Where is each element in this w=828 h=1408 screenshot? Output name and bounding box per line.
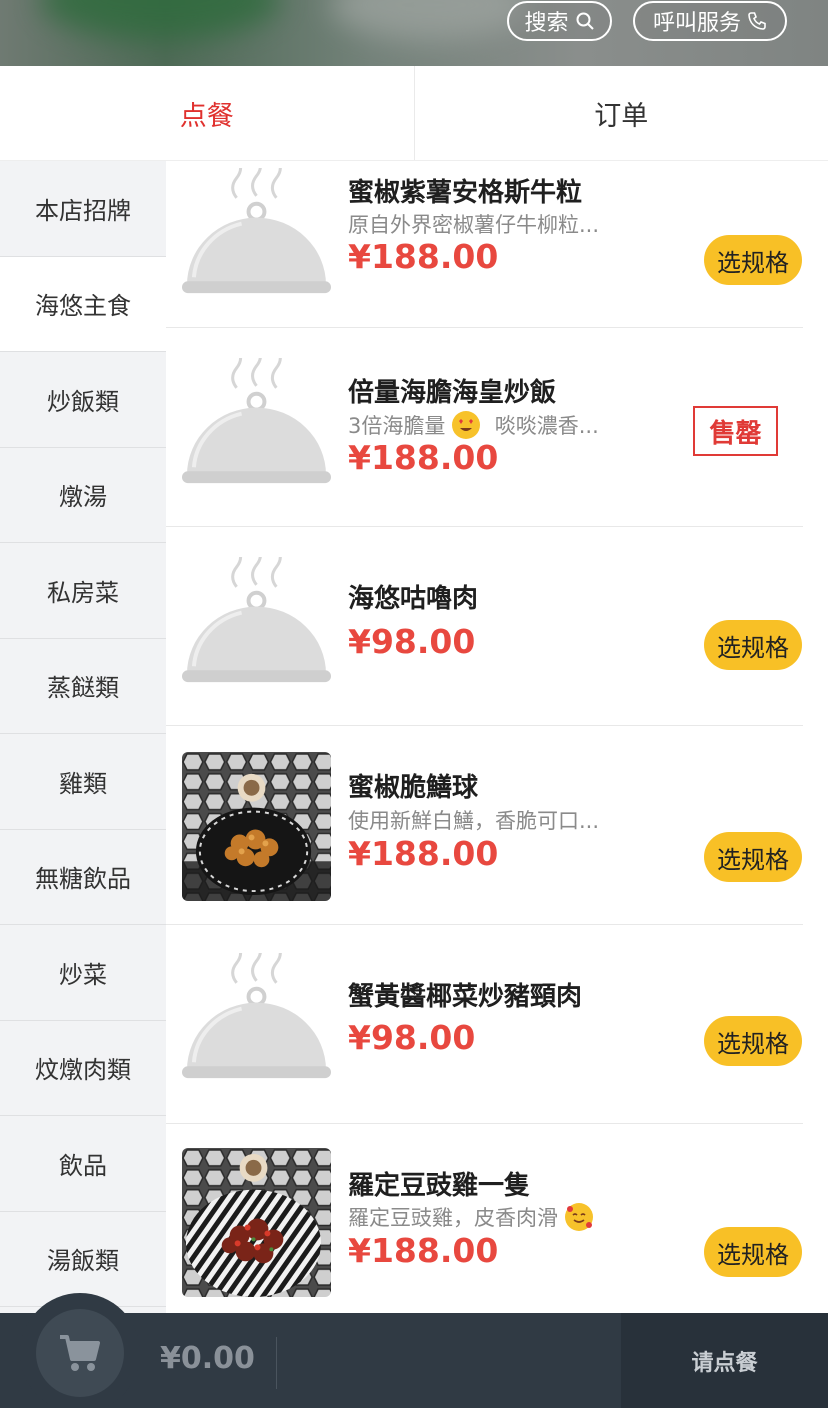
menu-item[interactable]: 蜜椒紫薯安格斯牛粒 原自外界密椒薯仔牛柳粒... ¥188.00 选规格 xyxy=(166,161,803,328)
menu-item[interactable]: 蜜椒脆鱔球 使用新鮮白鱔，香脆可口... ¥188.00 选规格 xyxy=(166,726,803,925)
cart-bar: ¥0.00 请点餐 xyxy=(0,1293,828,1408)
fried-eel-photo-icon xyxy=(182,752,331,901)
dish-description: 使用新鮮白鱔，香脆可口... xyxy=(348,809,600,833)
select-spec-button[interactable]: 选规格 xyxy=(704,1016,802,1066)
dish-price: ¥188.00 xyxy=(348,834,499,873)
dish-description: 原自外界密椒薯仔牛柳粒... xyxy=(348,213,600,237)
sidebar-item-signature[interactable]: 本店招牌 xyxy=(0,161,166,257)
dish-name: 倍量海膽海皇炒飯 xyxy=(348,378,557,408)
menu-item[interactable]: 海悠咕嚕肉 ¥98.00 选规格 xyxy=(166,527,803,726)
checkout-button[interactable]: 请点餐 xyxy=(621,1313,828,1408)
heart-eyes-emoji-icon xyxy=(452,411,481,439)
menu-item[interactable]: 羅定豆豉雞一隻 羅定豆豉雞，皮香肉滑 ¥188.00 选规格 xyxy=(166,1124,803,1313)
dish-name: 羅定豆豉雞一隻 xyxy=(348,1171,531,1201)
phone-icon xyxy=(748,12,766,30)
cloche-icon xyxy=(182,953,331,1079)
tab-orders[interactable]: 订单 xyxy=(413,66,828,160)
banner-background-2 xyxy=(330,0,530,40)
cloche-icon xyxy=(182,557,331,683)
search-button[interactable]: 搜索 xyxy=(507,1,612,41)
menu-list: 蜜椒紫薯安格斯牛粒 原自外界密椒薯仔牛柳粒... ¥188.00 选规格 倍量海… xyxy=(166,161,828,1313)
select-spec-button[interactable]: 选规格 xyxy=(704,620,802,670)
dish-description-text: 3倍海膽量 xyxy=(348,414,446,438)
sidebar-item-steamed[interactable]: 蒸餸類 xyxy=(0,639,166,734)
cart-icon-background xyxy=(36,1309,124,1397)
cart-icon xyxy=(60,1335,100,1371)
dish-placeholder-image xyxy=(182,953,331,1102)
category-sidebar: 本店招牌 海悠主食 炒飯類 燉湯 私房菜 蒸餸類 雞類 無糖飲品 炒菜 炆燉肉類… xyxy=(0,161,166,1313)
dish-price: ¥98.00 xyxy=(348,1018,476,1057)
tab-order-food[interactable]: 点餐 xyxy=(0,66,414,160)
menu-item[interactable]: 蟹黃醬椰菜炒豬頸肉 ¥98.00 选规格 xyxy=(166,925,803,1124)
search-icon xyxy=(576,12,594,30)
dish-name: 海悠咕嚕肉 xyxy=(348,584,479,614)
dish-photo xyxy=(182,1148,331,1297)
call-service-button[interactable]: 呼叫服务 xyxy=(633,1,787,41)
sidebar-item-sugar-free-drinks[interactable]: 無糖飲品 xyxy=(0,830,166,925)
smiling-hearts-emoji-icon xyxy=(564,1203,593,1231)
dish-name: 蜜椒脆鱔球 xyxy=(348,773,479,803)
dish-description-tail: 啖啖濃香... xyxy=(494,414,599,438)
select-spec-button[interactable]: 选规格 xyxy=(704,832,802,882)
divider xyxy=(276,1337,277,1389)
sidebar-item-staples[interactable]: 海悠主食 xyxy=(0,256,166,352)
dish-description: 羅定豆豉雞，皮香肉滑 xyxy=(348,1202,593,1232)
cloche-icon xyxy=(182,168,331,294)
menu-item[interactable]: 倍量海膽海皇炒飯 3倍海膽量 啖啖濃香... ¥188.00 售罄 xyxy=(166,328,803,527)
call-service-label: 呼叫服务 xyxy=(652,11,741,36)
dish-placeholder-image xyxy=(182,168,331,317)
sold-out-badge: 售罄 xyxy=(693,406,778,456)
sidebar-item-stewed-soup[interactable]: 燉湯 xyxy=(0,448,166,543)
sidebar-item-stir-fried-veg[interactable]: 炒菜 xyxy=(0,925,166,1021)
cart-total: ¥0.00 xyxy=(160,1341,255,1376)
sidebar-item-chicken[interactable]: 雞類 xyxy=(0,734,166,830)
select-spec-button[interactable]: 选规格 xyxy=(704,235,802,285)
dish-placeholder-image xyxy=(182,557,331,706)
chicken-dish-photo-icon xyxy=(182,1148,331,1297)
dish-description-text: 羅定豆豉雞，皮香肉滑 xyxy=(348,1206,558,1230)
cloche-icon xyxy=(182,358,331,484)
main-tabs: 点餐 订单 xyxy=(0,66,828,161)
dish-price: ¥188.00 xyxy=(348,1231,499,1270)
dish-price: ¥188.00 xyxy=(348,438,499,477)
header-banner: 搜索 呼叫服务 xyxy=(0,0,828,66)
sidebar-item-private-dishes[interactable]: 私房菜 xyxy=(0,543,166,639)
search-label: 搜索 xyxy=(524,11,569,36)
dish-price: ¥188.00 xyxy=(348,237,499,276)
sidebar-item-braised-meat[interactable]: 炆燉肉類 xyxy=(0,1021,166,1116)
dish-name: 蟹黃醬椰菜炒豬頸肉 xyxy=(348,982,583,1012)
dish-description: 3倍海膽量 啖啖濃香... xyxy=(348,410,599,440)
dish-placeholder-image xyxy=(182,358,331,507)
cart-button[interactable] xyxy=(20,1293,140,1408)
select-spec-button[interactable]: 选规格 xyxy=(704,1227,802,1277)
dish-price: ¥98.00 xyxy=(348,622,476,661)
banner-background xyxy=(40,0,280,40)
dish-name: 蜜椒紫薯安格斯牛粒 xyxy=(348,178,583,208)
sidebar-item-fried-rice[interactable]: 炒飯類 xyxy=(0,352,166,448)
dish-photo xyxy=(182,752,331,901)
sidebar-item-drinks[interactable]: 飲品 xyxy=(0,1116,166,1212)
